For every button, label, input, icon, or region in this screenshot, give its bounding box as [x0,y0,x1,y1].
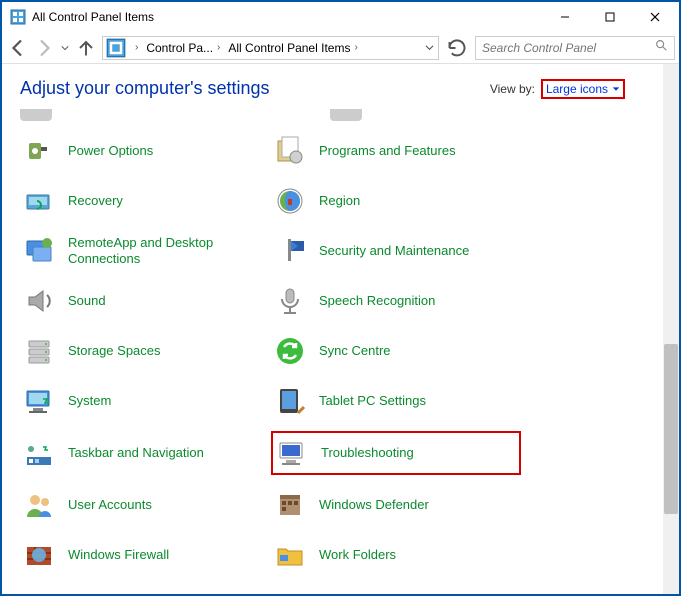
item-label: Power Options [68,143,153,159]
item-troubleshooting[interactable]: Troubleshooting [271,431,521,475]
item-remoteapp[interactable]: RemoteApp and Desktop Connections [20,231,270,271]
history-dropdown[interactable] [58,36,72,60]
items-grid: Power Options Programs and Features Reco… [20,131,653,575]
item-label: Region [319,193,360,209]
address-dropdown[interactable] [420,43,438,52]
close-button[interactable] [632,3,677,31]
minimize-button[interactable] [542,3,587,31]
view-by-group: View by: Large icons [490,79,625,99]
view-by-label: View by: [490,82,535,96]
search-input[interactable] [482,41,654,55]
item-label: RemoteApp and Desktop Connections [68,235,268,266]
breadcrumb-sep-root[interactable]: › [129,42,144,53]
view-by-dropdown[interactable]: Large icons [541,79,625,99]
sound-icon [22,284,56,318]
control-panel-icon [10,9,26,25]
power-options-icon [22,134,56,168]
item-sound[interactable]: Sound [20,281,270,321]
security-icon [273,234,307,268]
item-label: Taskbar and Navigation [68,445,204,461]
title-bar: All Control Panel Items [2,2,679,32]
troubleshooting-icon [275,436,309,470]
item-speech-recognition[interactable]: Speech Recognition [271,281,521,321]
address-icon [106,38,126,58]
address-bar[interactable]: › Control Pa...› All Control Panel Items… [102,36,439,60]
region-icon [273,184,307,218]
content-area: Adjust your computer's settings View by:… [2,64,679,594]
refresh-button[interactable] [445,36,469,60]
remoteapp-icon [22,234,56,268]
back-button[interactable] [6,36,30,60]
item-label: Work Folders [319,547,396,563]
item-work-folders[interactable]: Work Folders [271,535,521,575]
item-label: Sync Centre [319,343,391,359]
item-label: Storage Spaces [68,343,161,359]
work-folders-icon [273,538,307,572]
item-label: System [68,393,111,409]
search-box[interactable] [475,36,675,60]
storage-icon [22,334,56,368]
item-recovery[interactable]: Recovery [20,181,270,221]
view-by-value: Large icons [546,82,608,96]
item-label: Recovery [68,193,123,209]
window-title: All Control Panel Items [32,10,542,24]
vertical-scrollbar[interactable] [663,64,679,594]
item-system[interactable]: System [20,381,270,421]
item-label: User Accounts [68,497,152,513]
partial-row [20,109,653,121]
item-label: Tablet PC Settings [319,393,426,409]
forward-button[interactable] [32,36,56,60]
breadcrumb-1[interactable]: Control Pa...› [144,41,226,55]
item-label: Programs and Features [319,143,456,159]
system-icon [22,384,56,418]
search-icon [654,38,668,57]
item-label: Windows Defender [319,497,429,513]
item-label: Security and Maintenance [319,243,469,259]
up-button[interactable] [74,36,98,60]
item-taskbar-navigation[interactable]: Taskbar and Navigation [20,431,270,475]
item-label: Troubleshooting [321,445,414,461]
window-buttons [542,3,677,31]
sync-icon [273,334,307,368]
scrollbar-thumb[interactable] [664,344,678,514]
firewall-icon [22,538,56,572]
item-user-accounts[interactable]: User Accounts [20,485,270,525]
item-programs-features[interactable]: Programs and Features [271,131,521,171]
item-windows-firewall[interactable]: Windows Firewall [20,535,270,575]
main-panel: Adjust your computer's settings View by:… [2,64,663,594]
item-label: Windows Firewall [68,547,169,563]
item-security-maintenance[interactable]: Security and Maintenance [271,231,521,271]
programs-icon [273,134,307,168]
maximize-button[interactable] [587,3,632,31]
tablet-icon [273,384,307,418]
item-label: Sound [68,293,106,309]
nav-toolbar: › Control Pa...› All Control Panel Items… [2,32,679,64]
item-region[interactable]: Region [271,181,521,221]
page-heading: Adjust your computer's settings [20,78,270,99]
user-accounts-icon [22,488,56,522]
item-label: Speech Recognition [319,293,435,309]
item-power-options[interactable]: Power Options [20,131,270,171]
item-storage-spaces[interactable]: Storage Spaces [20,331,270,371]
defender-icon [273,488,307,522]
speech-icon [273,284,307,318]
breadcrumb-2[interactable]: All Control Panel Items› [226,41,363,55]
item-windows-defender[interactable]: Windows Defender [271,485,521,525]
item-sync-centre[interactable]: Sync Centre [271,331,521,371]
taskbar-icon [22,436,56,470]
recovery-icon [22,184,56,218]
item-tablet-pc[interactable]: Tablet PC Settings [271,381,521,421]
